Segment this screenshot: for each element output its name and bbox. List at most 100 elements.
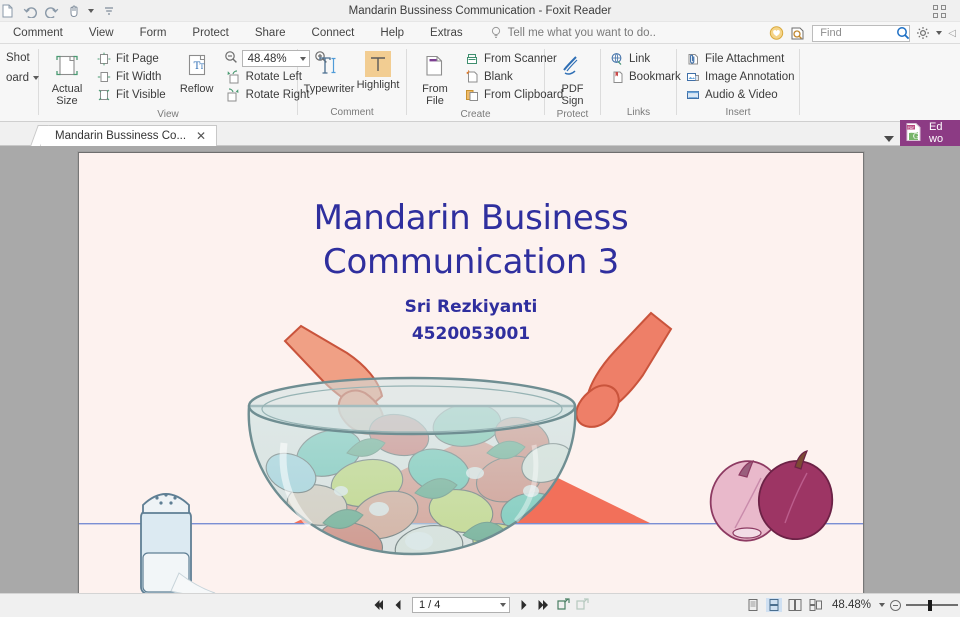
fit-visible-button[interactable]: Fit Visible bbox=[94, 86, 170, 103]
document-tab-label: Mandarin Bussiness Co... bbox=[55, 130, 187, 142]
last-page-icon[interactable] bbox=[536, 597, 551, 612]
close-icon[interactable]: ✕ bbox=[194, 129, 208, 143]
ribbon-spacer bbox=[800, 44, 960, 121]
clipboard-button[interactable]: oard bbox=[6, 72, 29, 84]
fit-visible-icon bbox=[96, 87, 111, 102]
promo-line1: Ed bbox=[929, 121, 943, 133]
status-zoom-value: 48.48% bbox=[831, 599, 871, 611]
find-input-wrapper[interactable] bbox=[812, 24, 911, 42]
promo-banner[interactable]: PDF G Ed wo bbox=[900, 120, 960, 146]
tab-list-dropdown-caret-icon[interactable] bbox=[884, 136, 894, 142]
menu-extras[interactable]: Extras bbox=[417, 22, 476, 44]
page-number-combobox[interactable]: 1 / 4 bbox=[412, 596, 510, 613]
search-icon[interactable] bbox=[896, 26, 910, 40]
ribbon-group-clipboard-title bbox=[0, 107, 38, 121]
menu-comment[interactable]: Comment bbox=[0, 22, 76, 44]
actual-size-button[interactable]: Actual Size bbox=[45, 49, 89, 109]
links-column: Link Bookmark bbox=[607, 49, 685, 85]
zoom-level-value: 48.48% bbox=[247, 52, 287, 65]
fit-options-column: Fit Page Fit Width Fit Visible bbox=[94, 49, 170, 103]
promo-text: Ed wo bbox=[929, 121, 943, 145]
continuous-view-icon[interactable] bbox=[765, 598, 782, 612]
ribbon-group-comment-title: Comment bbox=[330, 107, 374, 118]
title-bar: Mandarin Bussiness Communication - Foxit… bbox=[0, 0, 960, 22]
document-tab-bar: Mandarin Bussiness Co... ✕ PDF G Ed wo bbox=[0, 120, 960, 146]
lightbulb-icon bbox=[490, 26, 502, 39]
highlight-icon bbox=[365, 51, 391, 77]
ribbon-group-comment: Typewriter Highlight Comment bbox=[298, 44, 406, 121]
previous-view-icon[interactable] bbox=[555, 597, 570, 612]
from-file-label-line1: From bbox=[422, 83, 448, 95]
reflow-button[interactable]: T T Reflow bbox=[175, 49, 219, 97]
bookmark-button[interactable]: Bookmark bbox=[607, 68, 685, 85]
gear-icon[interactable] bbox=[916, 26, 930, 40]
document-view-area[interactable]: Mandarin Business Communication 3 Sri Re… bbox=[0, 146, 960, 593]
page-dropdown-caret-icon[interactable] bbox=[500, 602, 506, 607]
fit-width-icon bbox=[96, 69, 111, 84]
ribbon-toolbar: Shot oard Actual Size Fit Page Fit Width… bbox=[0, 44, 960, 122]
search-document-icon[interactable] bbox=[790, 26, 806, 41]
restore-window-icon[interactable] bbox=[933, 4, 946, 18]
snapshot-button[interactable]: Shot bbox=[6, 52, 30, 64]
ribbon-group-insert: File Attachment Image Annotation Audio &… bbox=[677, 44, 799, 121]
typewriter-button[interactable]: Typewriter bbox=[304, 49, 354, 97]
facing-view-icon[interactable] bbox=[787, 598, 803, 612]
window-controls[interactable] bbox=[933, 0, 946, 22]
typewriter-label: Typewriter bbox=[303, 83, 355, 95]
image-annotation-button[interactable]: Image Annotation bbox=[683, 68, 799, 85]
fit-page-button[interactable]: Fit Page bbox=[94, 50, 170, 67]
menu-form[interactable]: Form bbox=[127, 22, 180, 44]
document-title-line2: Communication 3 bbox=[323, 242, 619, 282]
single-page-view-icon[interactable] bbox=[745, 598, 761, 612]
pdf-sign-icon bbox=[558, 51, 588, 81]
create-from-file-button[interactable]: From File bbox=[413, 49, 457, 109]
menu-help[interactable]: Help bbox=[367, 22, 417, 44]
zoom-out-icon[interactable] bbox=[224, 50, 238, 67]
find-input[interactable] bbox=[818, 26, 897, 40]
svg-text:PDF: PDF bbox=[907, 125, 914, 129]
zoom-out-status-icon[interactable] bbox=[890, 599, 901, 611]
actual-size-icon bbox=[52, 51, 82, 81]
zoom-slider-knob[interactable] bbox=[928, 599, 932, 611]
file-attachment-button[interactable]: File Attachment bbox=[683, 50, 799, 67]
paperclip-attachment-icon bbox=[685, 51, 700, 66]
pdf-sign-button[interactable]: PDF Sign bbox=[551, 49, 595, 109]
zoom-slider[interactable] bbox=[906, 599, 958, 611]
next-page-icon[interactable] bbox=[517, 597, 532, 612]
menu-share[interactable]: Share bbox=[242, 22, 299, 44]
highlight-label: Highlight bbox=[356, 79, 400, 91]
ribbon-group-create: From File From Scanner Blank From Clipbo… bbox=[407, 44, 563, 121]
fit-width-button[interactable]: Fit Width bbox=[94, 68, 170, 85]
previous-page-icon[interactable] bbox=[390, 597, 405, 612]
highlight-button[interactable]: Highlight bbox=[356, 49, 400, 93]
first-page-icon[interactable] bbox=[371, 597, 386, 612]
status-zoom-dropdown-caret-icon[interactable] bbox=[879, 603, 885, 607]
continuous-facing-view-icon[interactable] bbox=[808, 598, 824, 612]
pdf-page-1[interactable]: Mandarin Business Communication 3 Sri Re… bbox=[78, 152, 864, 593]
fit-page-icon bbox=[96, 51, 111, 66]
tell-me-placeholder: Tell me what you want to do.. bbox=[507, 26, 656, 39]
document-student-id: 4520053001 bbox=[411, 324, 531, 344]
next-view-icon[interactable] bbox=[574, 597, 589, 612]
ribbon-group-create-title: Create bbox=[460, 109, 491, 120]
svg-text:T: T bbox=[199, 63, 204, 71]
pdf-sign-label-line2: Sign bbox=[561, 95, 584, 107]
ribbon-group-protect-title: Protect bbox=[556, 109, 589, 120]
document-tab[interactable]: Mandarin Bussiness Co... ✕ bbox=[40, 125, 218, 146]
tell-me-search[interactable]: Tell me what you want to do.. bbox=[490, 26, 656, 39]
link-button[interactable]: Link bbox=[607, 50, 685, 67]
rotate-left-icon bbox=[226, 69, 241, 84]
menu-connect[interactable]: Connect bbox=[299, 22, 368, 44]
scanner-icon bbox=[464, 51, 479, 66]
audio-video-button[interactable]: Audio & Video bbox=[683, 86, 799, 103]
menu-protect[interactable]: Protect bbox=[179, 22, 241, 44]
typewriter-icon bbox=[314, 51, 344, 81]
heart-icon[interactable] bbox=[769, 25, 784, 41]
rotate-left-label: Rotate Left bbox=[245, 70, 302, 83]
settings-dropdown-caret-icon[interactable] bbox=[936, 31, 943, 35]
ribbon-group-protect: PDF Sign Protect bbox=[545, 44, 600, 121]
ribbon-group-links: Link Bookmark Links bbox=[601, 44, 681, 121]
ribbon-group-view: Actual Size Fit Page Fit Width Fit Visib… bbox=[39, 44, 327, 121]
menu-view[interactable]: View bbox=[76, 22, 127, 44]
collapse-ribbon-icon[interactable]: ◁ bbox=[948, 28, 956, 39]
